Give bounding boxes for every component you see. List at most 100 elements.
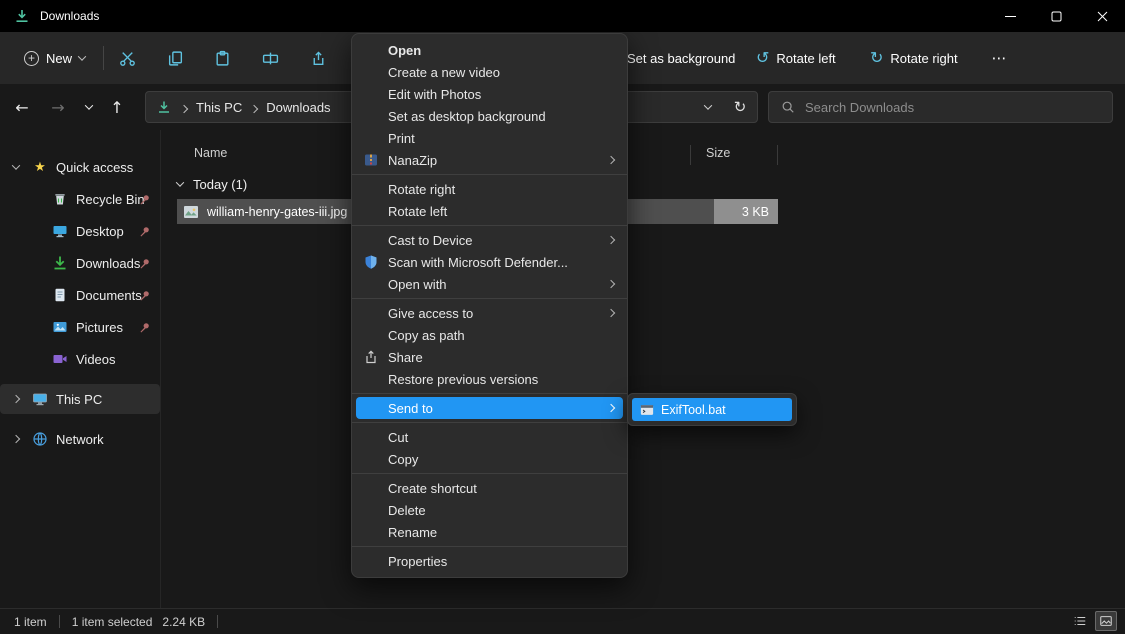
cut-button[interactable] bbox=[109, 42, 145, 74]
search-input[interactable] bbox=[805, 100, 1112, 115]
menu-item-properties[interactable]: Properties bbox=[352, 550, 627, 572]
file-size-cell: 3 KB bbox=[714, 199, 778, 224]
downloads-icon bbox=[52, 255, 68, 271]
submenu-item-exiftool[interactable]: ExifTool.bat bbox=[632, 398, 792, 421]
context-menu: Open Create a new video Edit with Photos… bbox=[351, 33, 628, 578]
menu-item-scan-with-defender[interactable]: Scan with Microsoft Defender... bbox=[352, 251, 627, 273]
sidebar-item-network[interactable]: Network bbox=[0, 424, 160, 454]
chevron-down-icon bbox=[85, 101, 93, 109]
nanazip-icon bbox=[363, 152, 379, 168]
menu-item-open-with[interactable]: Open with bbox=[352, 273, 627, 295]
toolbar-divider bbox=[103, 46, 104, 70]
sidebar-item-desktop[interactable]: Desktop bbox=[0, 216, 160, 246]
history-dropdown-button[interactable] bbox=[74, 92, 104, 122]
monitor-icon bbox=[52, 223, 68, 239]
menu-item-send-to[interactable]: Send to bbox=[356, 397, 623, 419]
sidebar-gap bbox=[0, 416, 160, 424]
maximize-button[interactable] bbox=[1033, 0, 1079, 32]
status-divider bbox=[59, 615, 60, 628]
minimize-button[interactable] bbox=[987, 0, 1033, 32]
sidebar-item-pictures[interactable]: Pictures bbox=[0, 312, 160, 342]
menu-item-delete[interactable]: Delete bbox=[352, 499, 627, 521]
refresh-button[interactable]: ↻ bbox=[723, 92, 757, 122]
breadcrumb-downloads[interactable]: Downloads bbox=[266, 100, 330, 115]
column-header-name[interactable]: Name bbox=[194, 146, 227, 160]
menu-item-rotate-left[interactable]: Rotate left bbox=[352, 200, 627, 222]
menu-item-open[interactable]: Open bbox=[352, 39, 627, 61]
breadcrumb-this-pc[interactable]: This PC bbox=[196, 100, 242, 115]
rotate-right-button[interactable]: ↻ Rotate right bbox=[862, 42, 966, 74]
sidebar-item-label: Downloads bbox=[0, 256, 140, 271]
menu-item-nanazip[interactable]: NanaZip bbox=[352, 149, 627, 171]
menu-item-restore-previous-versions[interactable]: Restore previous versions bbox=[352, 368, 627, 390]
column-header-size[interactable]: Size bbox=[706, 146, 730, 160]
menu-item-cast-to-device[interactable]: Cast to Device bbox=[352, 229, 627, 251]
menu-item-share[interactable]: Share bbox=[352, 346, 627, 368]
rename-button[interactable] bbox=[252, 42, 288, 74]
menu-separator bbox=[352, 225, 627, 226]
rotate-left-label: Rotate left bbox=[776, 51, 835, 66]
sidebar-item-videos[interactable]: Videos bbox=[0, 344, 160, 374]
menu-item-label: Share bbox=[388, 350, 423, 365]
sidebar-item-label: Documents bbox=[0, 288, 142, 303]
pin-icon bbox=[138, 289, 151, 302]
address-dropdown-button[interactable] bbox=[693, 92, 723, 122]
menu-separator bbox=[352, 473, 627, 474]
file-explorer-window: Downloads + New bbox=[0, 0, 1125, 634]
menu-item-rotate-right[interactable]: Rotate right bbox=[352, 178, 627, 200]
thumbnail-view-button[interactable] bbox=[1095, 611, 1117, 631]
plus-icon: + bbox=[24, 51, 39, 66]
menu-item-label: Open with bbox=[388, 277, 447, 292]
ellipsis-icon: ⋯ bbox=[992, 49, 1007, 67]
menu-separator bbox=[352, 298, 627, 299]
sidebar-item-recycle-bin[interactable]: Recycle Bin bbox=[0, 184, 160, 214]
image-file-icon bbox=[183, 204, 199, 220]
submenu-arrow-icon bbox=[607, 280, 615, 288]
menu-item-label: NanaZip bbox=[388, 153, 437, 168]
pin-icon bbox=[138, 225, 151, 238]
menu-item-cut[interactable]: Cut bbox=[352, 426, 627, 448]
menu-item-create-shortcut[interactable]: Create shortcut bbox=[352, 477, 627, 499]
menu-separator bbox=[352, 546, 627, 547]
up-button[interactable]: ↑ bbox=[102, 92, 132, 122]
menu-item-rename[interactable]: Rename bbox=[352, 521, 627, 543]
share-button[interactable] bbox=[300, 42, 336, 74]
menu-item-print[interactable]: Print bbox=[352, 127, 627, 149]
exiftool-bat-icon bbox=[640, 403, 654, 417]
status-bar: 1 item 1 item selected 2.24 KB bbox=[0, 608, 1125, 634]
column-divider[interactable] bbox=[690, 145, 691, 165]
selection-size: 2.24 KB bbox=[162, 615, 205, 629]
forward-button[interactable]: → bbox=[43, 92, 73, 122]
search-box[interactable] bbox=[768, 91, 1113, 123]
new-button-label: New bbox=[46, 51, 72, 66]
star-icon: ★ bbox=[32, 159, 48, 175]
close-button[interactable] bbox=[1079, 0, 1125, 32]
column-divider[interactable] bbox=[777, 145, 778, 165]
sidebar-item-documents[interactable]: Documents bbox=[0, 280, 160, 310]
group-header-today[interactable]: Today (1) bbox=[177, 173, 247, 195]
menu-item-set-as-desktop-background[interactable]: Set as desktop background bbox=[352, 105, 627, 127]
chevron-down-icon[interactable] bbox=[176, 178, 184, 186]
menu-item-create-a-new-video[interactable]: Create a new video bbox=[352, 61, 627, 83]
menu-item-copy[interactable]: Copy bbox=[352, 448, 627, 470]
rotate-left-button[interactable]: ↺ Rotate left bbox=[748, 42, 844, 74]
paste-icon bbox=[214, 50, 231, 67]
sidebar-item-quick-access[interactable]: ★ Quick access bbox=[0, 152, 160, 182]
rotate-right-label: Rotate right bbox=[890, 51, 957, 66]
see-more-button[interactable]: ⋯ bbox=[985, 42, 1013, 74]
rotate-left-icon: ↺ bbox=[756, 50, 769, 66]
sidebar-item-this-pc[interactable]: This PC bbox=[0, 384, 160, 414]
details-view-button[interactable] bbox=[1069, 611, 1091, 631]
back-button[interactable]: ← bbox=[7, 92, 37, 122]
rotate-right-icon: ↻ bbox=[870, 50, 883, 66]
menu-item-copy-as-path[interactable]: Copy as path bbox=[352, 324, 627, 346]
menu-item-give-access-to[interactable]: Give access to bbox=[352, 302, 627, 324]
submenu-item-label: ExifTool.bat bbox=[661, 403, 726, 417]
menu-item-edit-with-photos[interactable]: Edit with Photos bbox=[352, 83, 627, 105]
copy-button[interactable] bbox=[157, 42, 193, 74]
new-button[interactable]: + New bbox=[14, 42, 95, 74]
chevron-down-icon bbox=[78, 52, 86, 60]
defender-shield-icon bbox=[363, 254, 379, 270]
paste-button[interactable] bbox=[204, 42, 240, 74]
sidebar-item-downloads[interactable]: Downloads bbox=[0, 248, 160, 278]
